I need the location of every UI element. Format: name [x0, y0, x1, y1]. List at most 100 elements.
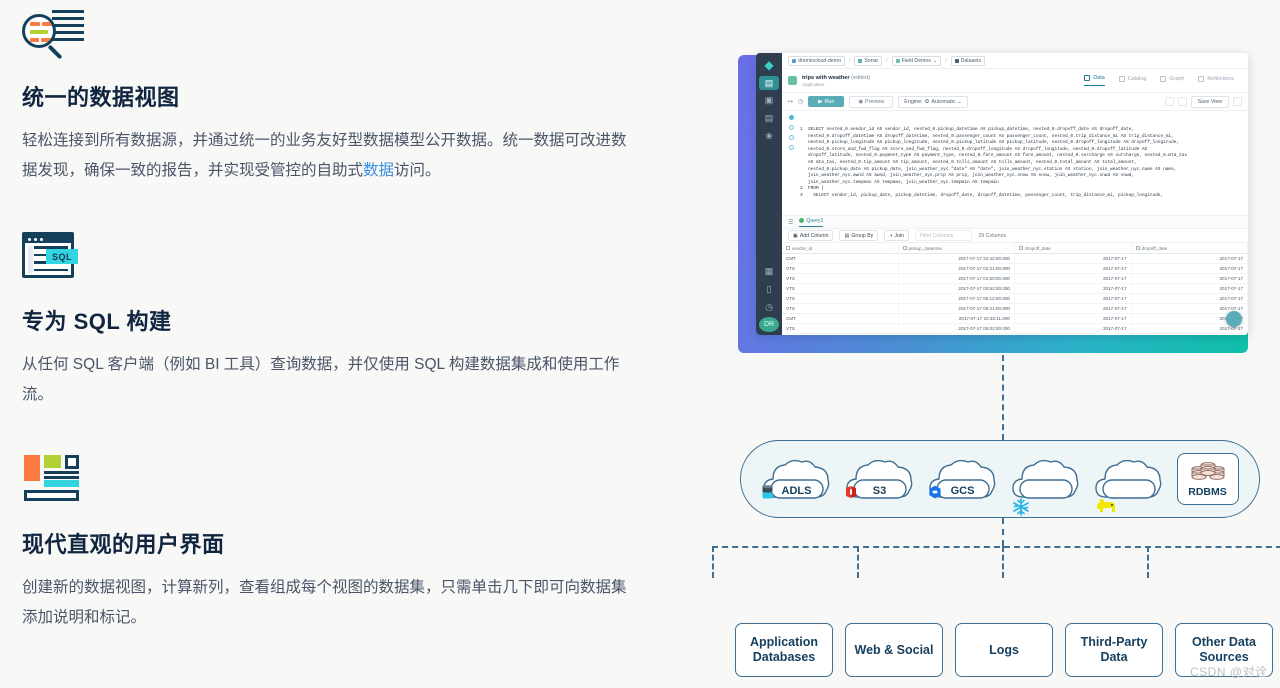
source-rdbms[interactable]: RDBMS	[1176, 453, 1239, 505]
source-adls[interactable]: ADLS	[762, 457, 832, 501]
avatar[interactable]: DR	[759, 317, 779, 333]
chevron-down-icon[interactable]	[1233, 97, 1242, 106]
grid-view-icon[interactable]: ☰	[788, 219, 793, 226]
breadcrumb-item-3[interactable]: Datasets	[950, 55, 986, 66]
chart-icon[interactable]	[1177, 97, 1187, 106]
table-row[interactable]: VTS 2017-07-17 01:50:00.000 2017-07-17 2017…	[782, 274, 1248, 284]
dataset-name: trips with weather (edited)	[802, 75, 870, 81]
group-by-button[interactable]: ▤ Group By	[839, 230, 879, 241]
chevron-down-icon[interactable]: ⌄	[957, 99, 962, 105]
sql-code[interactable]: 1 SELECT nested_0.vendor_id AS vendor_id…	[800, 127, 1246, 200]
dremio-app-window: ◆ ▤ ▣ ▤ ❀ ▦ ▯ ◷ DR dremiocloud-demo / So…	[756, 53, 1248, 335]
join-label: Join	[894, 232, 904, 239]
history-icon[interactable]: ◷	[798, 98, 803, 105]
source-box-web-social[interactable]: Web & Social	[845, 623, 943, 677]
breadcrumb-item-0[interactable]: dremiocloud-demo	[788, 55, 845, 66]
nav-item-sql-runner[interactable]: ▤	[759, 75, 779, 91]
feature-body-link[interactable]: 数据	[363, 162, 394, 179]
source-box-third-party-data[interactable]: Third-Party Data	[1065, 623, 1163, 677]
cloud-shape	[1011, 459, 1078, 499]
aws-s3-icon	[845, 486, 856, 498]
dataset-tabs[interactable]: Data Catalog Graph Reflections	[1084, 75, 1242, 86]
cell: 2017-07-17 05:02:00.000	[899, 324, 1015, 333]
column-header[interactable]: pickup_datetime ···	[899, 243, 1015, 253]
table-row[interactable]: CMT2017-07-17 22:46:11.0002017-07-172017…	[782, 314, 1248, 324]
column-menu-icon[interactable]: ···	[889, 246, 894, 251]
connector-band-trunk	[1002, 518, 1004, 546]
column-menu-icon[interactable]: ···	[1122, 246, 1127, 251]
cell: VTS	[782, 324, 899, 333]
add-column-button[interactable]: ▣ Add Column	[788, 230, 834, 241]
expand-icon[interactable]: ↦	[788, 98, 793, 105]
results-grid[interactable]: vendor_id ··· pickup_datetime ··· dropoff_…	[782, 243, 1248, 335]
tab-graph[interactable]: Graph	[1160, 75, 1184, 86]
tab-data[interactable]: Data	[1084, 75, 1105, 86]
feature-unified-data-view: 统一的数据视图 轻松连接到所有数据源，并通过统一的业务友好型数据模型公开数据。统…	[22, 8, 642, 186]
nav-item-history[interactable]: ◷	[759, 300, 779, 315]
breadcrumb-item-2[interactable]: Field Demos ⌄	[891, 55, 942, 66]
engine-selector[interactable]: Engine: ⚙ Automatic ⌄	[898, 95, 968, 108]
tab-catalog[interactable]: Catalog	[1118, 75, 1146, 86]
table-row[interactable]: VTS 2017-07-17 00:52:00.000 2017-07-17 2017…	[782, 284, 1248, 294]
dataset-icon	[788, 76, 797, 85]
breadcrumb[interactable]: dremiocloud-demo / Sonar / Field Demos ⌄ …	[782, 53, 1248, 69]
sql-window-icon-titlebar	[25, 235, 71, 243]
sql-editor[interactable]: 1 SELECT nested_0.vendor_id AS vendor_id…	[782, 111, 1248, 215]
engine-value: Automatic	[931, 98, 956, 105]
sql-toolbar[interactable]: ↦ ◷ ▶ Run ◉ Preview Engine: ⚙ Automatic ⌄ Sav…	[782, 93, 1248, 111]
play-icon: ▶	[818, 98, 823, 105]
save-view-button[interactable]: Save View	[1190, 95, 1229, 108]
adls-icon	[762, 485, 772, 499]
feature-body-pre: 从任何 SQL 客户端（例如 BI 工具）查询数据，并仅使用 SQL 构建数据集…	[22, 356, 620, 403]
cloud-shape	[1094, 459, 1161, 499]
table-row[interactable]: VTS 2017-07-17 05:02:00.000 2017-07-17 2017…	[782, 324, 1248, 334]
source-gcs[interactable]: GCS	[928, 457, 998, 501]
source-adls-content: ADLS	[762, 485, 832, 499]
results-actionbar[interactable]: ▣ Add Column ▤ Group By ◑ Join Filter Colum…	[782, 229, 1248, 243]
cell: 2017-07-17	[1015, 254, 1132, 263]
column-menu-icon[interactable]: ···	[1005, 246, 1010, 251]
column-header[interactable]: dropoff_date ···	[1015, 243, 1132, 253]
nav-item-catalog[interactable]: ▤	[759, 111, 779, 126]
help-fab-button[interactable]	[1226, 311, 1242, 327]
nav-item-settings[interactable]: ❀	[759, 129, 779, 144]
group-by-label: Group By	[851, 232, 874, 239]
table-row[interactable]: CMT 2017-07-17 22:42:00.000 2017-07-17 2017…	[782, 254, 1248, 264]
data-search-icon-lens	[22, 14, 56, 48]
nav-item-jobs[interactable]: ▣	[759, 93, 779, 108]
preview-button[interactable]: ◉ Preview	[849, 95, 894, 108]
columns-count: 29 Columns	[978, 232, 1007, 239]
column-header[interactable]: vendor_id ···	[782, 243, 899, 253]
feature-modern-ui: 现代直观的用户界面 创建新的数据视图，计算新列，查看组成每个视图的数据集，只需单…	[22, 455, 642, 633]
source-snowflake[interactable]	[1011, 457, 1081, 516]
breadcrumb-item-1[interactable]: Sonar	[854, 55, 883, 66]
table-row[interactable]: VTS 2017-07-17 02:21:00.000 2017-07-17 2017…	[782, 264, 1248, 274]
hadoop-icon	[1096, 498, 1115, 512]
app-nav-sidebar[interactable]: ◆ ▤ ▣ ▤ ❀ ▦ ▯ ◷ DR	[756, 53, 782, 335]
nav-item-files[interactable]: ▯	[759, 282, 779, 297]
plus-icon: ▣	[793, 232, 798, 239]
column-header[interactable]: dropoff_date	[1132, 243, 1248, 253]
source-s3[interactable]: S3	[845, 457, 915, 501]
dashboard-layout-icon	[22, 455, 84, 505]
toolbar-right-group[interactable]: Save View	[1164, 95, 1242, 108]
filter-columns-input[interactable]: Filter Columns	[914, 230, 973, 241]
settings-icon[interactable]	[1164, 97, 1174, 106]
source-box-logs[interactable]: Logs	[955, 623, 1053, 677]
app-screenshot: ◆ ▤ ▣ ▤ ❀ ▦ ▯ ◷ DR dremiocloud-demo / So…	[738, 53, 1248, 353]
feature-body: 从任何 SQL 客户端（例如 BI 工具）查询数据，并仅使用 SQL 构建数据集…	[22, 350, 632, 410]
query-tab[interactable]: Query1	[799, 218, 824, 227]
breadcrumb-sep: /	[886, 57, 888, 64]
source-box-application-databases[interactable]: Application Databases	[735, 623, 833, 677]
join-button[interactable]: ◑ Join	[884, 230, 909, 241]
nav-item-grid[interactable]: ▦	[759, 264, 779, 279]
run-button[interactable]: ▶ Run	[808, 96, 845, 107]
results-tabbar[interactable]: ☰ Query1	[782, 215, 1248, 229]
table-row[interactable]: VTS 2017-07-17 05:12:00.000 2017-07-17 2017…	[782, 294, 1248, 304]
table-row[interactable]: VTS 2017-07-17 05:21:00.000 2017-07-17 2017…	[782, 304, 1248, 314]
app-main-area: dremiocloud-demo / Sonar / Field Demos ⌄ …	[782, 53, 1248, 335]
chevron-down-icon[interactable]: ⌄	[933, 58, 937, 64]
watermark: CSDN @对诠	[1190, 665, 1268, 679]
tab-reflections[interactable]: Reflections	[1198, 75, 1234, 86]
source-hadoop[interactable]	[1094, 457, 1164, 512]
